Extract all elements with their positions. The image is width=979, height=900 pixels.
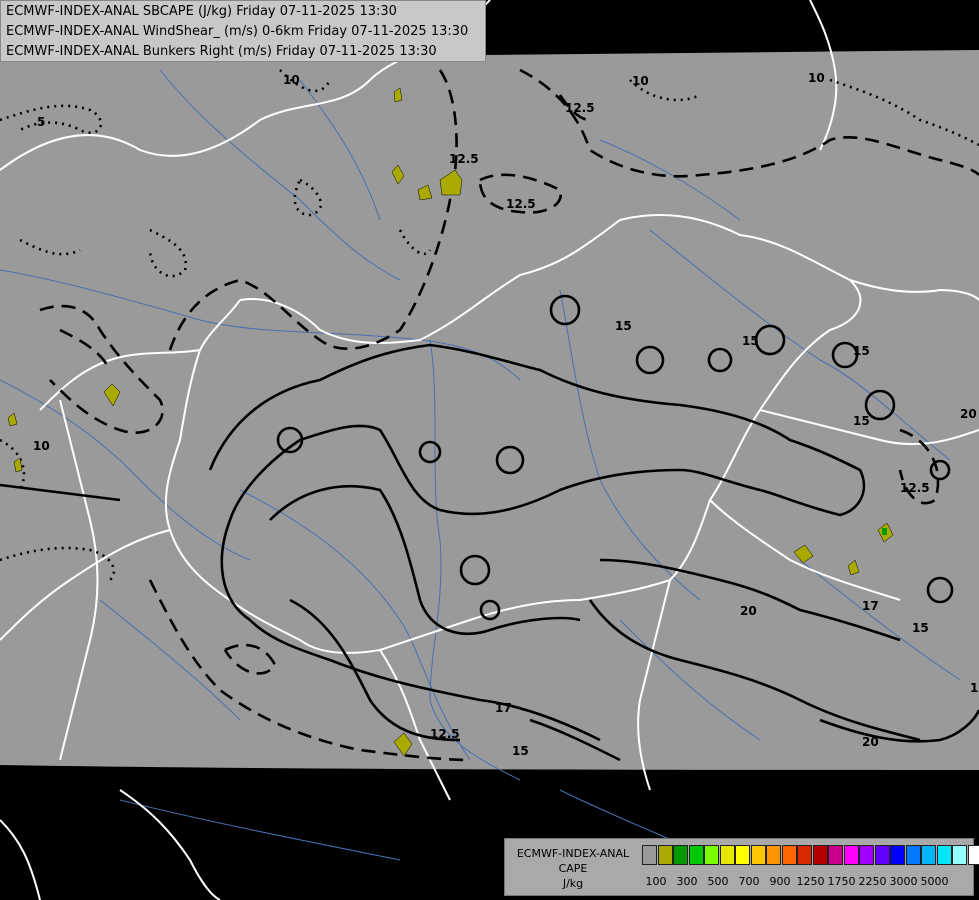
- legend-swatch: [859, 845, 874, 865]
- legend-swatch: [967, 845, 979, 865]
- legend-tick-label: 5000: [920, 875, 949, 888]
- legend-swatch: [673, 845, 688, 865]
- legend-swatch: [890, 845, 905, 865]
- contour-label: 10: [808, 71, 825, 85]
- weather-map: 10 10 10 5 12.5 12.5 12.5 12.5 12.5 15 1…: [0, 0, 979, 900]
- legend-swatch: [921, 845, 936, 865]
- contour-label: 17: [970, 681, 979, 695]
- contour-label: 12.5: [565, 101, 595, 115]
- contour-label: 17: [495, 701, 512, 715]
- legend-swatch: [874, 845, 890, 865]
- contour-label: 5: [37, 115, 45, 129]
- legend-tick-label: 700: [738, 875, 760, 888]
- legend-model: ECMWF-INDEX-ANAL: [516, 847, 630, 860]
- contour-label: 12.5: [900, 481, 930, 495]
- contour-label: 20: [862, 735, 879, 749]
- contour-label: 12.5: [430, 727, 460, 741]
- map-title-box: ECMWF-INDEX-ANAL SBCAPE (J/kg) Friday 07…: [0, 0, 486, 62]
- legend-swatch: [688, 845, 704, 865]
- legend-swatch: [952, 845, 967, 865]
- contour-label: 15: [742, 334, 759, 348]
- legend-swatch: [719, 845, 735, 865]
- contour-label: 15: [512, 744, 529, 758]
- legend-tick-label: 300: [676, 875, 698, 888]
- contour-label: 12.5: [506, 197, 536, 211]
- contour-label: 15: [912, 621, 929, 635]
- contour-label: 15: [853, 414, 870, 428]
- legend-tick-label: 500: [707, 875, 729, 888]
- legend-field: CAPE: [558, 862, 588, 875]
- contour-label: 10: [33, 439, 50, 453]
- cape-legend: ECMWF-INDEX-ANAL CAPE J/kg 100 300 500 700 9…: [504, 838, 979, 896]
- cape-shaded-cell-green: [882, 528, 887, 535]
- legend-tick-label: 1250: [796, 875, 825, 888]
- legend-tick-label: 900: [769, 875, 791, 888]
- legend-tick-label: 2250: [858, 875, 887, 888]
- legend-swatch: [843, 845, 859, 865]
- legend-swatch: [828, 845, 843, 865]
- contour-label: 15: [615, 319, 632, 333]
- legend-tick-label: 100: [645, 875, 667, 888]
- contour-label: 15: [853, 344, 870, 358]
- contour-label: 20: [960, 407, 977, 421]
- title-sbcape: ECMWF-INDEX-ANAL SBCAPE (J/kg) Friday 07…: [6, 4, 397, 19]
- legend-unit: J/kg: [562, 877, 584, 890]
- legend-swatch: [766, 845, 781, 865]
- title-windshear: ECMWF-INDEX-ANAL WindShear_ (m/s) 0-6km …: [6, 24, 469, 39]
- legend-swatch: [704, 845, 719, 865]
- legend-swatch: [735, 845, 750, 865]
- contour-label: 17: [862, 599, 879, 613]
- model-domain: [0, 50, 979, 770]
- legend-swatch: [797, 845, 812, 865]
- legend-swatch: [936, 845, 952, 865]
- legend-swatch: [642, 845, 657, 865]
- legend-swatch: [750, 845, 766, 865]
- legend-tick-label: 3000: [889, 875, 918, 888]
- contour-label: 12.5: [449, 152, 479, 166]
- legend-swatch: [905, 845, 921, 865]
- contour-label: 10: [283, 73, 300, 87]
- title-bunkers: ECMWF-INDEX-ANAL Bunkers Right (m/s) Fri…: [6, 44, 437, 59]
- contour-label: 20: [740, 604, 757, 618]
- contour-label: 10: [632, 74, 649, 88]
- legend-swatch: [781, 845, 797, 865]
- legend-swatch: [657, 845, 673, 865]
- legend-tick-label: 1750: [827, 875, 856, 888]
- legend-swatch: [812, 845, 828, 865]
